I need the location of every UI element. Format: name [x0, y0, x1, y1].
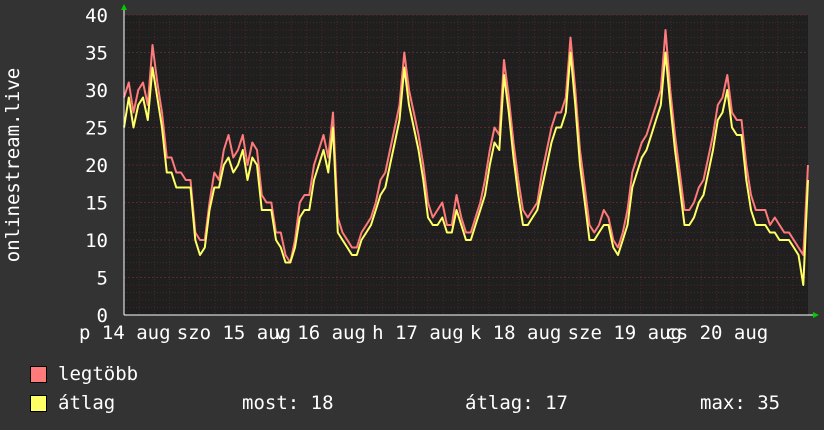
legend-label-atlag: átlag	[58, 392, 116, 414]
x-tick-label: k 18 aug	[470, 322, 562, 344]
y-tick-label: 15	[85, 193, 108, 215]
y-tick-label: 20	[85, 155, 108, 177]
y-tick-label: 35	[85, 43, 108, 65]
x-tick-label: p 14 aug	[79, 322, 171, 344]
stat-atlag: átlag: 17	[465, 392, 568, 414]
x-tick-label: h 17 aug	[372, 322, 464, 344]
legend-label-legtobb: legtöbb	[58, 363, 139, 385]
y-tick-label: 40	[85, 5, 108, 27]
x-tick-label: cs 20 aug	[665, 322, 768, 344]
y-tick-label: 5	[97, 268, 108, 290]
y-tick-label: 10	[85, 230, 108, 252]
legend-swatch-atlag	[30, 395, 47, 412]
y-tick-label: 25	[85, 118, 108, 140]
legend-swatch-legtobb	[30, 366, 47, 383]
x-axis-arrow	[813, 312, 819, 318]
stream-chart: 0510152025303540onlinestream.livep 14 au…	[2, 4, 819, 344]
y-axis-arrow	[121, 4, 127, 10]
stat-max: max: 35	[700, 392, 781, 414]
x-tick-label: v 16 aug	[274, 322, 366, 344]
y-axis-title: onlinestream.live	[2, 68, 24, 262]
y-tick-label: 30	[85, 80, 108, 102]
stat-most: most: 18	[242, 392, 334, 414]
